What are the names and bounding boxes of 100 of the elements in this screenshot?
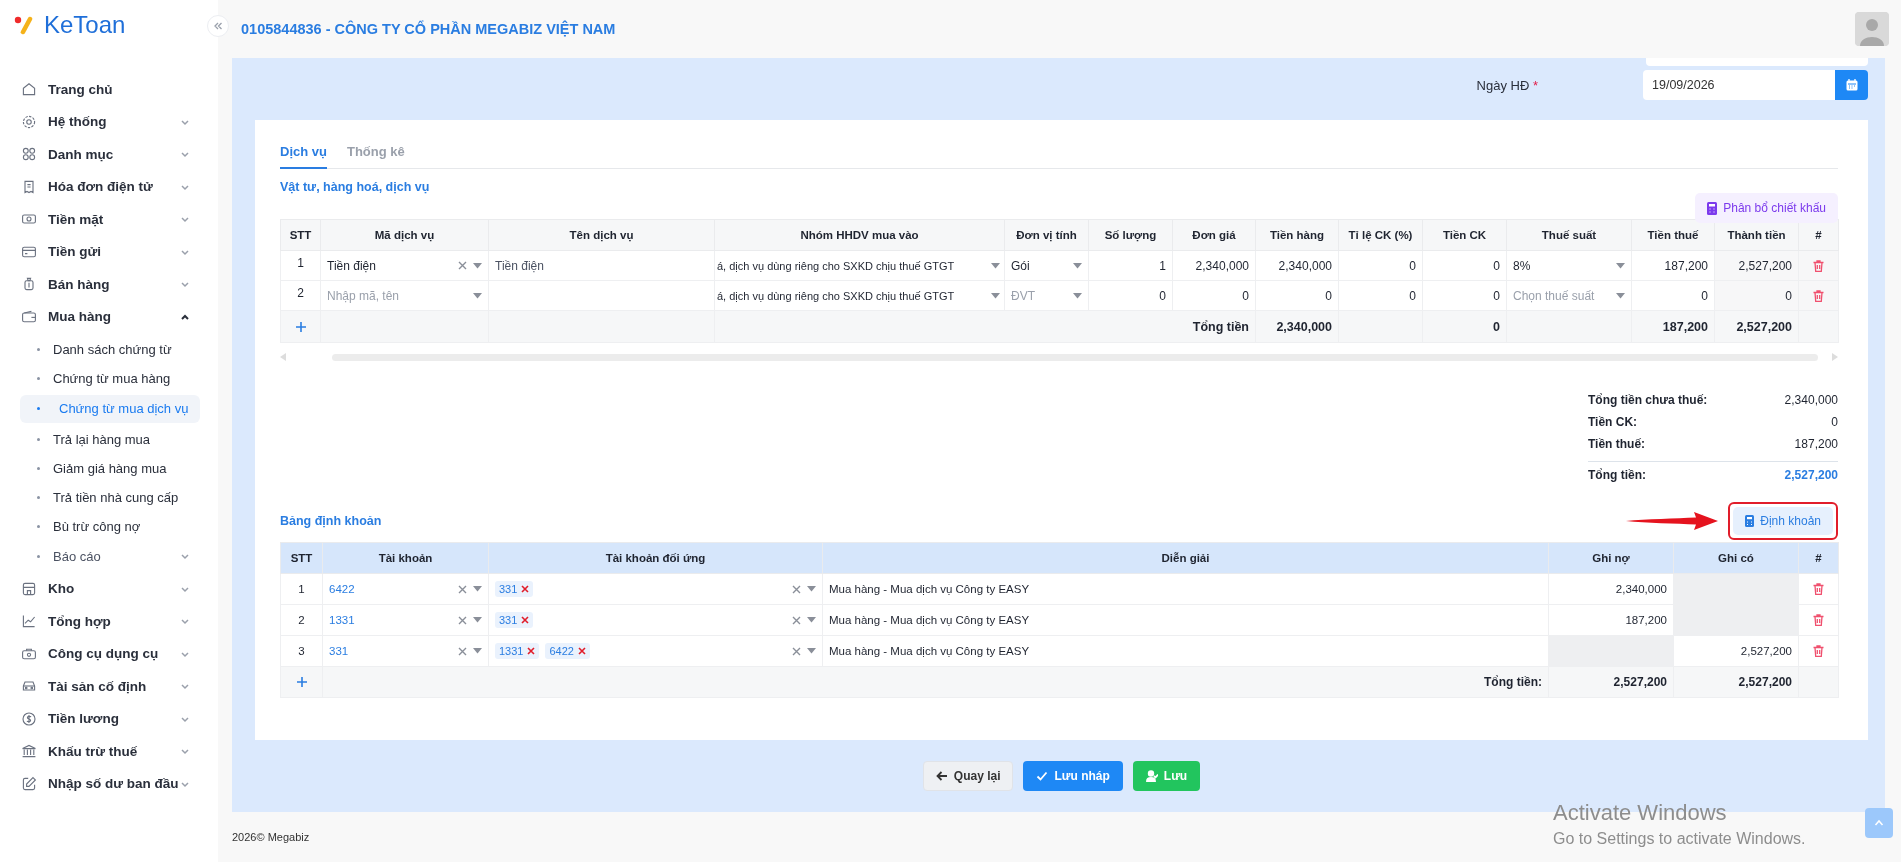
summary-value: 187,200 <box>1794 437 1838 451</box>
table-cell: 0 <box>1422 250 1507 281</box>
back-button[interactable]: Quay lại <box>922 761 1014 791</box>
wallet-icon <box>21 308 37 325</box>
menu-item[interactable]: Trang chủ <box>0 73 218 106</box>
summary-label: Tổng tiền: <box>1588 468 1646 482</box>
menu-item[interactable]: Tiền gửi <box>0 235 218 268</box>
posting-button[interactable]: Định khoản <box>1733 507 1833 535</box>
table-cell: 1 <box>280 573 323 605</box>
table-cell: Mua hàng - Mua dịch vụ Công ty EASY <box>822 604 1549 636</box>
store-icon <box>21 580 37 597</box>
column-header: STT <box>280 542 323 574</box>
company-title: 0105844836 - CÔNG TY CỔ PHẦN MEGABIZ VIỆT NAM <box>241 21 616 37</box>
menu-item[interactable]: Danh mục <box>0 138 218 171</box>
summary-value: 2,527,200 <box>1784 468 1838 482</box>
column-header: Nhóm HHDV mua vào <box>714 219 1005 251</box>
trash-icon[interactable] <box>1813 289 1824 302</box>
column-header: Số lượng <box>1088 219 1173 251</box>
table-cell: Mua hàng - Mua dịch vụ Công ty EASY <box>822 635 1549 667</box>
table-cell: Mua hàng - Mua dịch vụ Công ty EASY <box>822 573 1549 605</box>
column-header: STT <box>280 219 321 251</box>
submenu-item[interactable]: Danh sách chứng từ <box>20 336 200 363</box>
trash-icon[interactable] <box>1813 259 1824 272</box>
menu-item[interactable]: Khấu trừ thuế <box>0 734 218 768</box>
amount-field[interactable]: 2,340,000 <box>1548 573 1674 605</box>
submenu-item[interactable]: Chứng từ mua hàng <box>20 365 200 392</box>
menu-item[interactable]: Nhập số dư ban đầu <box>0 767 218 800</box>
grid-icon <box>21 146 37 163</box>
menu-item[interactable]: Công cụ dụng cụ <box>0 637 218 670</box>
table-cell: 2 <box>280 604 323 636</box>
amount-field[interactable]: 2,527,200 <box>1673 635 1799 667</box>
double-chevron-icon <box>213 21 223 31</box>
activation-notice-text: Go to Settings to activate Windows. <box>1553 830 1806 848</box>
column-header: Tài khoản đối ứng <box>488 542 823 574</box>
table-cell: 2,340,000 <box>1255 310 1339 343</box>
discount-allocation-button[interactable]: Phân bổ chiết khấu <box>1695 193 1838 223</box>
section-title: Bảng định khoản <box>280 514 382 528</box>
line-chart-icon <box>21 613 37 629</box>
table-cell: 2,340,000 <box>1255 250 1339 281</box>
column-header: Đơn giá <box>1172 219 1256 251</box>
add-row-icon[interactable] <box>295 676 308 688</box>
table-cell: Tiền điện <box>488 250 715 281</box>
money-bag-icon <box>21 276 37 293</box>
column-header: Tiền CK <box>1422 219 1507 251</box>
submenu-item[interactable]: Chứng từ mua dịch vụ <box>20 394 200 423</box>
column-header: Tỉ lệ CK (%) <box>1338 219 1423 251</box>
summary-label: Tổng tiền chưa thuế: <box>1588 393 1708 407</box>
trash-icon[interactable] <box>1813 645 1824 657</box>
field-label: Ngày HĐ * <box>1476 77 1538 93</box>
activation-notice-title: Activate Windows <box>1553 800 1728 826</box>
collapse-button[interactable] <box>207 15 229 37</box>
table-cell: 2,527,200 <box>1714 250 1799 281</box>
chevron-up-icon <box>1874 818 1884 828</box>
submenu-item[interactable]: Báo cáo <box>20 543 200 569</box>
menu-item[interactable]: Hóa đơn điện tử <box>0 170 218 203</box>
column-header: # <box>1798 542 1839 574</box>
amount-field[interactable]: 187,200 <box>1548 604 1674 636</box>
table-cell: 0 <box>1422 280 1507 311</box>
table-cell: 0 <box>1088 280 1173 311</box>
menu-item[interactable]: Hệ thống <box>0 105 218 138</box>
table-cell: 3 <box>280 635 323 667</box>
menu-item[interactable]: Mua hàng <box>0 300 218 333</box>
bank-icon <box>21 743 37 759</box>
menu-item[interactable]: Tổng hợp <box>0 604 218 638</box>
column-header: Ghi nợ <box>1548 542 1674 574</box>
calculator-icon <box>1707 201 1718 215</box>
dollar-icon <box>21 710 37 727</box>
table-cell: 0 <box>1422 310 1507 343</box>
date-field[interactable]: 19/09/2026 <box>1643 70 1835 100</box>
trash-icon[interactable] <box>1813 614 1824 626</box>
save-draft-button[interactable]: Lưu nháp <box>1023 761 1123 791</box>
submenu-item[interactable]: Trả lại hàng mua <box>20 426 200 452</box>
menu-item[interactable]: Tiền lương <box>0 702 218 735</box>
submenu-item[interactable]: Trả tiền nhà cung cấp <box>20 484 200 511</box>
add-row-icon[interactable] <box>294 320 307 333</box>
table-cell: 0 <box>1714 280 1799 311</box>
table-cell: 187,200 <box>1631 250 1715 281</box>
menu-item[interactable]: Bán hàng <box>0 268 218 301</box>
column-header: Diễn giải <box>822 542 1549 574</box>
summary-label: Tiền CK: <box>1588 415 1638 429</box>
menu-item[interactable]: Tiền mặt <box>0 203 218 236</box>
trash-icon[interactable] <box>1813 583 1824 595</box>
table-cell: 2,340,000 <box>1172 250 1256 281</box>
gear-icon <box>21 113 37 130</box>
table-cell: 187,200 <box>1631 310 1715 343</box>
menu-item[interactable]: Tài sản cố định <box>0 669 218 703</box>
tab[interactable]: Dịch vụ <box>280 142 327 169</box>
submenu-item[interactable]: Bù trừ công nợ <box>20 513 200 540</box>
table-cell: 2,527,200 <box>1714 310 1799 343</box>
arrow-left-icon <box>935 770 948 782</box>
column-header: Ghi có <box>1673 542 1799 574</box>
edit-icon <box>21 775 37 792</box>
table-cell: 0 <box>1338 280 1423 311</box>
menu-item[interactable]: Kho <box>0 572 218 605</box>
input-field[interactable] <box>1646 58 1868 66</box>
column-header: Tiền thuế <box>1631 219 1715 251</box>
submenu-item[interactable]: Giảm giá hàng mua <box>20 455 200 482</box>
calendar-button[interactable] <box>1835 70 1868 100</box>
user-check-icon <box>1145 770 1158 782</box>
table-cell: 0 <box>1255 280 1339 311</box>
